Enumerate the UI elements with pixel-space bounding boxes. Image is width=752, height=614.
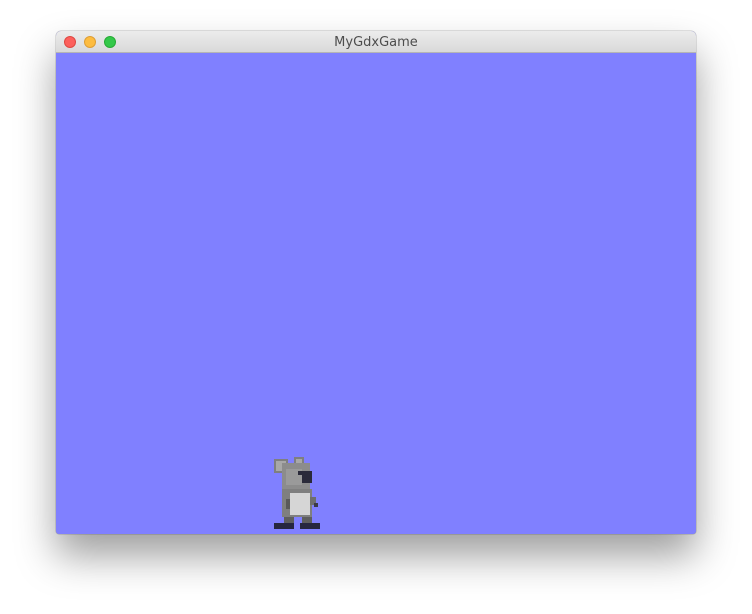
- koala-icon: [274, 457, 320, 529]
- title-bar[interactable]: MyGdxGame: [56, 31, 696, 53]
- window-title: MyGdxGame: [334, 35, 418, 50]
- game-viewport[interactable]: [56, 53, 696, 534]
- app-window: MyGdxGame: [56, 31, 696, 534]
